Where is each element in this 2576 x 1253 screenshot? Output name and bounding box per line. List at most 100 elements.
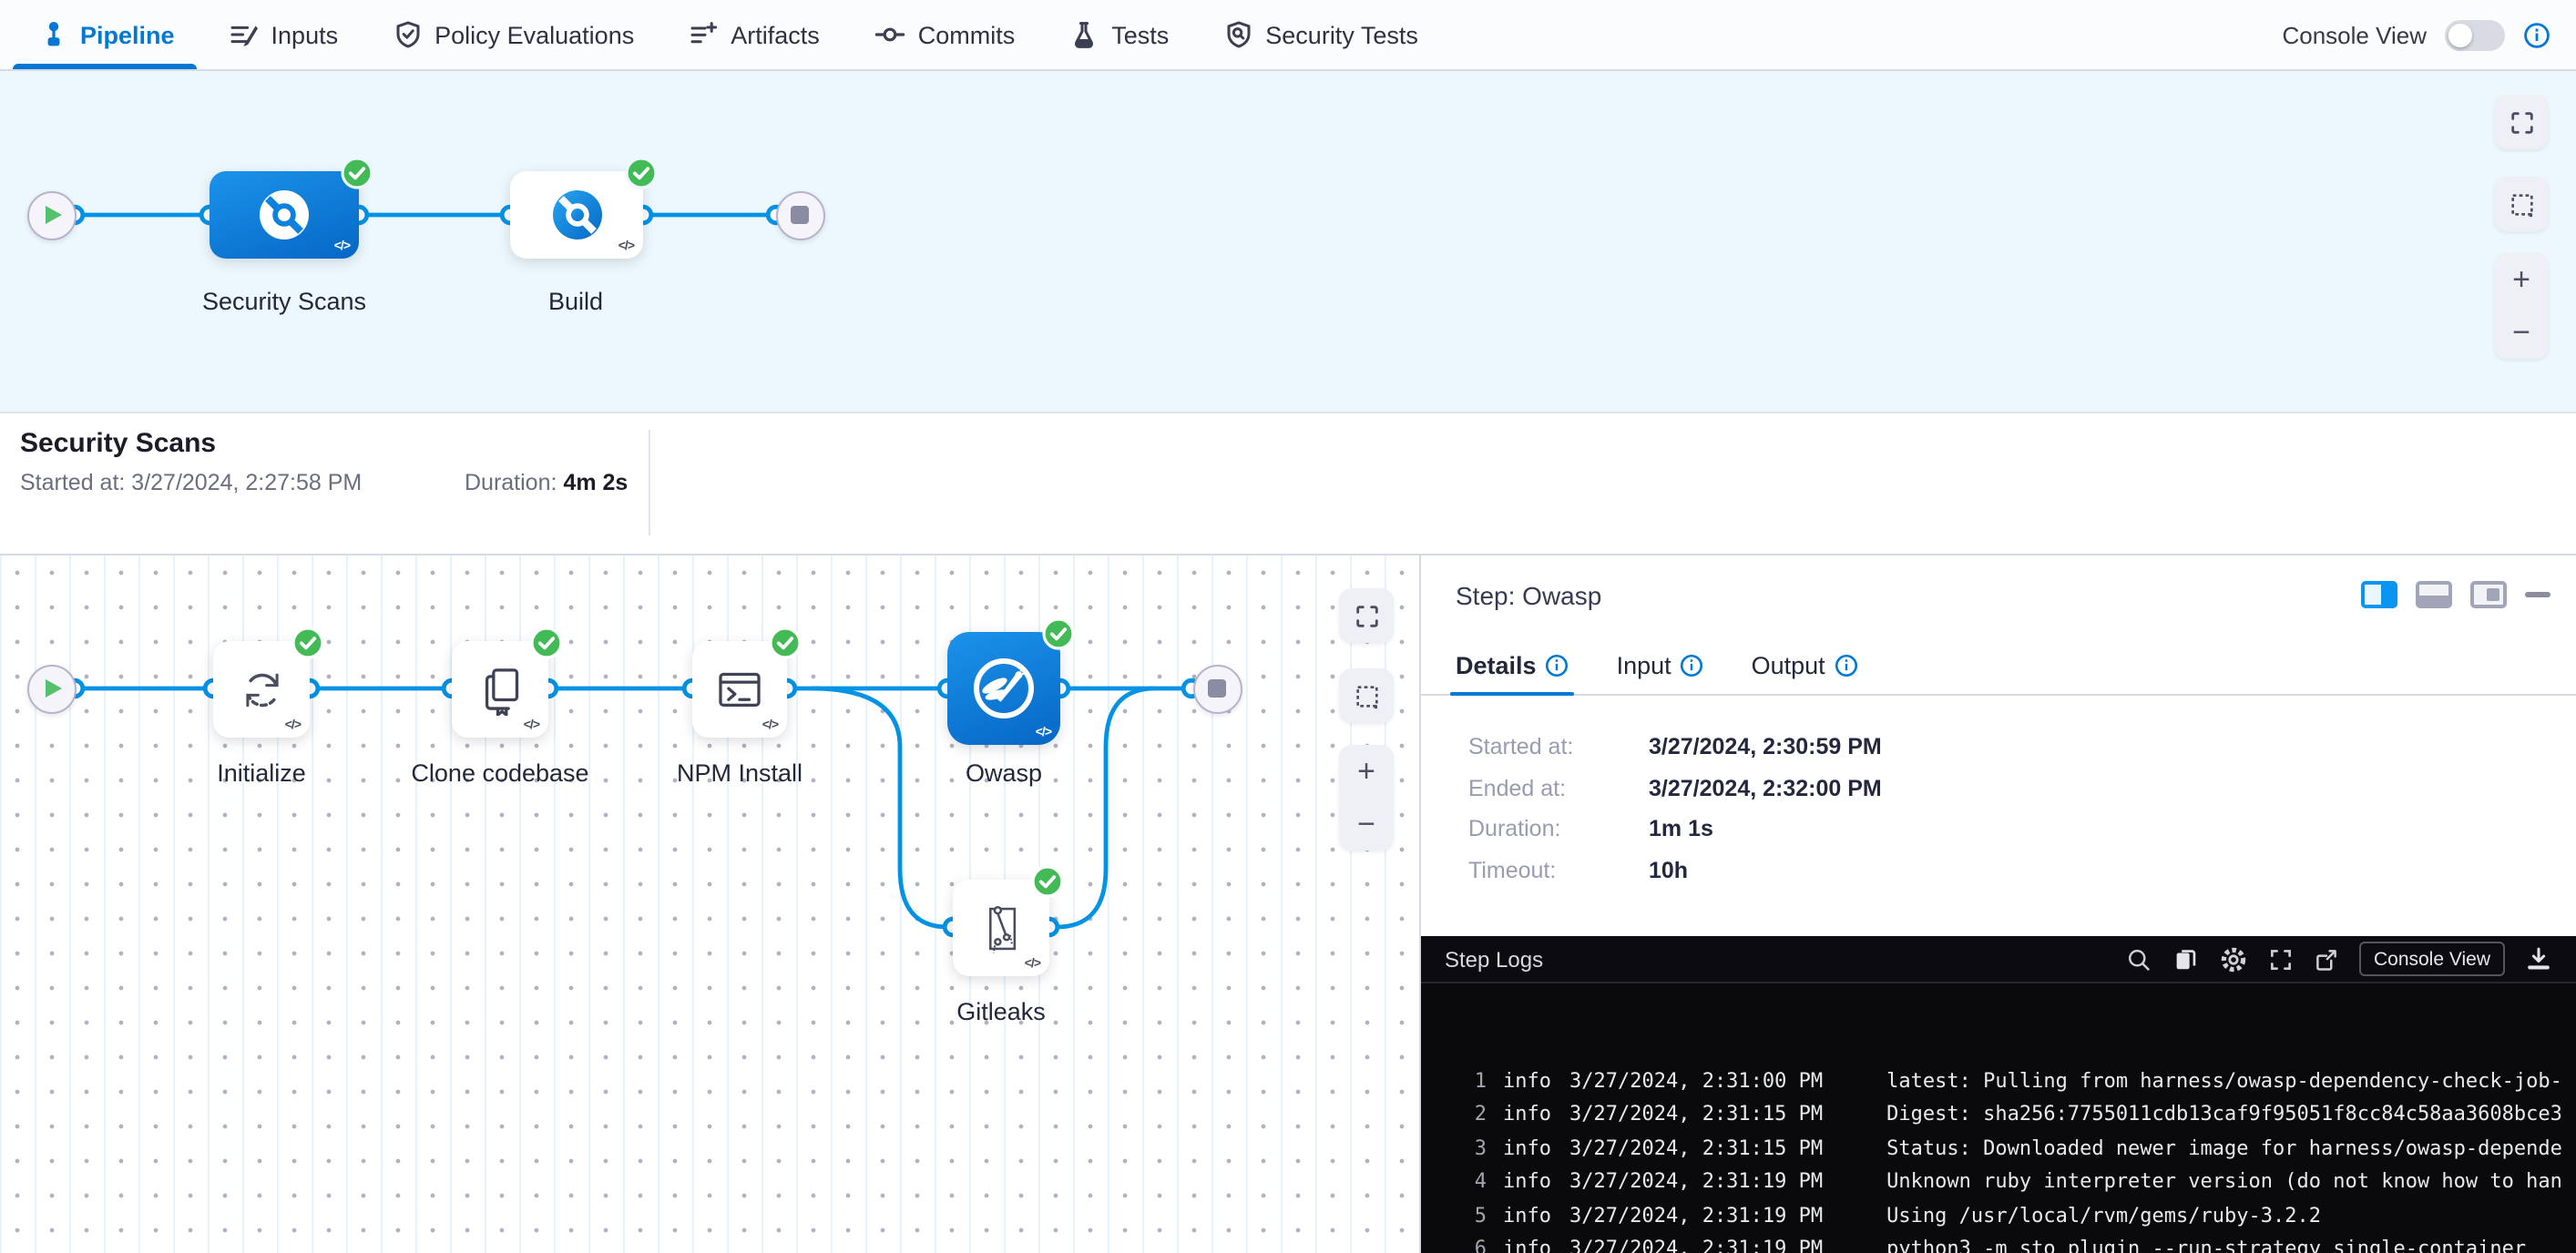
settings-gear-icon[interactable] [2219, 944, 2248, 973]
stage-canvas-fullscreen-button[interactable] [2494, 95, 2549, 149]
info-icon[interactable] [1835, 653, 1858, 677]
step-canvas-zoom-controls: + − [1339, 745, 1394, 851]
zoom-out-button[interactable]: − [2494, 306, 2549, 359]
npm-install-icon [714, 664, 765, 715]
panel-layout-controls [2361, 581, 2550, 608]
step-end-node[interactable] [1192, 664, 1242, 713]
stage-connectors [0, 71, 874, 413]
log-level: info [1503, 1204, 1551, 1228]
step-label: NPM Install [677, 759, 802, 787]
stage-canvas-zoom-controls: + − [2494, 253, 2549, 359]
step-canvas-fullscreen-button[interactable] [1339, 588, 1394, 643]
log-message: latest: Pulling from harness/owasp-depen… [1886, 1069, 2562, 1093]
step-canvas-select-button[interactable] [1339, 668, 1394, 723]
layout-floating-view-icon[interactable] [2470, 581, 2507, 608]
tab-label: Tests [1111, 21, 1169, 48]
step-node-initialize[interactable]: </> [213, 641, 310, 738]
step-graph-canvas[interactable]: </> Initialize </> C [0, 555, 1421, 1253]
detail-label: Ended at: [1468, 776, 1649, 801]
stage-label: Security Scans [202, 288, 366, 315]
stop-icon [791, 206, 809, 224]
initialize-icon [236, 664, 287, 715]
code-glyph: </> [618, 240, 634, 253]
detail-row-ended-at: Ended at: 3/27/2024, 2:32:00 PM [1468, 768, 2547, 809]
zoom-in-button[interactable]: + [1339, 745, 1394, 798]
pipeline-icon [40, 20, 67, 49]
log-line-number: 5 [1421, 1204, 1487, 1228]
search-icon[interactable] [2126, 946, 2152, 972]
stage-started-at: Started at: 3/27/2024, 2:27:58 PM [20, 470, 362, 495]
code-glyph: </> [524, 719, 539, 732]
success-badge [1031, 865, 1064, 898]
stage-graph-canvas[interactable]: </> Security Scans </> Build [0, 71, 2576, 413]
zoom-out-button[interactable]: − [1339, 798, 1394, 851]
log-timestamp: 3/27/2024, 2:31:00 PM [1569, 1069, 1823, 1093]
log-level: info [1503, 1170, 1551, 1194]
zoom-in-button[interactable]: + [2494, 253, 2549, 306]
open-external-icon[interactable] [2314, 946, 2339, 972]
step-node-npm-install[interactable]: </> [692, 641, 787, 738]
gitleaks-icon [974, 901, 1028, 955]
step-node-clone-codebase[interactable]: </> [452, 641, 548, 738]
info-icon[interactable] [1546, 653, 1569, 677]
minimize-panel-icon[interactable] [2525, 592, 2550, 597]
expand-fullscreen-icon[interactable] [2268, 946, 2294, 972]
info-icon[interactable] [2523, 21, 2550, 48]
build-stage-icon [544, 182, 609, 248]
stage-end-node[interactable] [775, 190, 824, 239]
stage-node-security-scans[interactable]: </> [210, 171, 359, 259]
duration-value: 4m 2s [563, 470, 628, 495]
marquee-select-icon [1353, 682, 1380, 709]
step-start-node[interactable] [26, 664, 76, 713]
tab-security-tests[interactable]: Security Tests [1223, 0, 1418, 69]
fullscreen-icon [2508, 108, 2535, 136]
step-logs-title: Step Logs [1445, 946, 1543, 972]
info-icon[interactable] [1681, 653, 1704, 677]
log-timestamp: 3/27/2024, 2:31:19 PM [1569, 1170, 1823, 1194]
code-glyph: </> [762, 719, 778, 732]
tab-commits[interactable]: Commits [874, 0, 1016, 69]
console-view-toggle[interactable] [2445, 19, 2505, 50]
log-level: info [1503, 1069, 1551, 1093]
step-node-gitleaks[interactable]: </> [953, 880, 1049, 976]
stage-canvas-select-button[interactable] [2494, 177, 2549, 231]
detail-value: 1m 1s [1649, 817, 1713, 842]
tab-details[interactable]: Details [1456, 636, 1569, 694]
layout-right-view-icon[interactable] [2361, 581, 2397, 608]
toggle-knob [2448, 23, 2472, 46]
tab-output[interactable]: Output [1752, 636, 1858, 694]
play-icon [46, 679, 62, 698]
tab-pipeline[interactable]: Pipeline [40, 0, 175, 69]
tab-tests[interactable]: Tests [1069, 0, 1169, 69]
step-logs-body[interactable]: 1 info 3/27/2024, 2:31:00 PM latest: Pul… [1421, 983, 2576, 1253]
nav-right-controls: Console View [2282, 19, 2576, 50]
log-line: 4 info 3/27/2024, 2:31:19 PM Unknown rub… [1421, 1165, 2576, 1198]
step-node-owasp[interactable]: </> [947, 632, 1060, 745]
tab-inputs[interactable]: Inputs [230, 0, 339, 69]
log-line: 6 info 3/27/2024, 2:31:19 PM python3 -m … [1421, 1232, 2576, 1253]
tests-icon [1069, 20, 1099, 49]
layout-bottom-view-icon[interactable] [2416, 581, 2452, 608]
console-view-button[interactable]: Console View [2359, 942, 2505, 976]
code-glyph: </> [334, 240, 350, 253]
step-logs-header: Step Logs [1421, 936, 2576, 983]
stage-node-build[interactable]: </> [510, 171, 643, 259]
step-label: Gitleaks [956, 998, 1046, 1025]
detail-value: 3/27/2024, 2:32:00 PM [1649, 776, 1882, 801]
artifacts-icon [689, 20, 718, 49]
execution-tabs: Pipeline Inputs Policy Evaluations [0, 0, 1418, 69]
copy-icon[interactable] [2172, 945, 2199, 973]
detail-label: Started at: [1468, 735, 1649, 760]
detail-row-started-at: Started at: 3/27/2024, 2:30:59 PM [1468, 727, 2547, 768]
tab-input[interactable]: Input [1617, 636, 1704, 694]
tab-policy-evaluations[interactable]: Policy Evaluations [393, 0, 634, 69]
detail-row-timeout: Timeout: 10h [1468, 850, 2547, 891]
log-line-number: 2 [1421, 1103, 1487, 1126]
stage-summary-bar: Security Scans Started at: 3/27/2024, 2:… [0, 413, 2576, 555]
tab-artifacts[interactable]: Artifacts [689, 0, 820, 69]
download-logs-icon[interactable] [2525, 945, 2552, 973]
stage-start-node[interactable] [26, 190, 76, 239]
detail-label: Duration: [1468, 817, 1649, 842]
security-scan-stage-icon [251, 182, 317, 248]
step-logs-panel: Step Logs [1421, 936, 2576, 1253]
